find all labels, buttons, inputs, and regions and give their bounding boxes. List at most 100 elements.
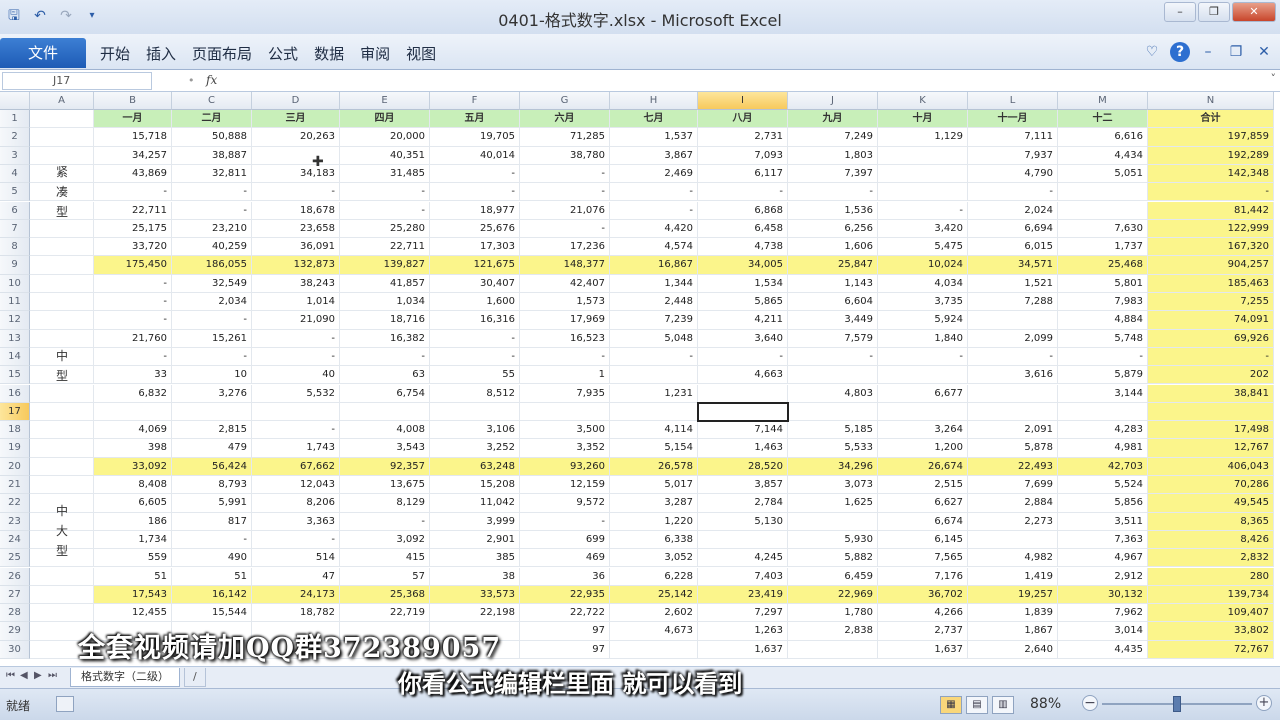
cell-b15[interactable]: 33 bbox=[94, 366, 172, 385]
cell-n23[interactable]: 8,365 bbox=[1148, 512, 1274, 531]
cell-g4[interactable]: - bbox=[520, 164, 610, 184]
cell-d10[interactable]: 38,243 bbox=[252, 274, 340, 293]
cell-j13[interactable]: 7,579 bbox=[788, 329, 878, 348]
cell-m14[interactable]: - bbox=[1058, 347, 1148, 367]
cell-l10[interactable]: 1,521 bbox=[968, 274, 1058, 293]
cell-c27[interactable]: 16,142 bbox=[172, 585, 252, 605]
cell-l2[interactable]: 7,111 bbox=[968, 128, 1058, 147]
cell-b6[interactable]: 22,711 bbox=[94, 201, 172, 220]
cell-m11[interactable]: 7,983 bbox=[1058, 293, 1148, 312]
cell-k6[interactable]: - bbox=[878, 201, 968, 220]
doc-restore-icon[interactable]: ❐ bbox=[1226, 44, 1246, 60]
cell-e28[interactable]: 22,719 bbox=[340, 604, 430, 623]
cell-k15[interactable] bbox=[878, 366, 968, 385]
macro-record-icon[interactable] bbox=[56, 696, 74, 712]
cell-e12[interactable]: 18,716 bbox=[340, 311, 430, 330]
zoom-out-icon[interactable]: − bbox=[1082, 695, 1098, 711]
cell-i27[interactable]: 23,419 bbox=[698, 585, 788, 605]
cell-e7[interactable]: 25,280 bbox=[340, 219, 430, 239]
cell-m18[interactable]: 4,283 bbox=[1058, 421, 1148, 440]
cell-c26[interactable]: 51 bbox=[172, 567, 252, 586]
cell-n13[interactable]: 69,926 bbox=[1148, 329, 1274, 348]
row-header-29[interactable]: 29 bbox=[0, 622, 30, 641]
cell-h4[interactable]: 2,469 bbox=[610, 164, 698, 184]
zoom-level[interactable]: 88% bbox=[1030, 696, 1061, 712]
first-sheet-icon[interactable]: ⏮ bbox=[6, 670, 15, 681]
cell-l14[interactable]: - bbox=[968, 347, 1058, 367]
column-header-e[interactable]: E bbox=[340, 92, 430, 110]
cell-i10[interactable]: 1,534 bbox=[698, 274, 788, 293]
cell-h22[interactable]: 3,287 bbox=[610, 494, 698, 513]
cell-m27[interactable]: 30,132 bbox=[1058, 585, 1148, 605]
cell-b7[interactable]: 25,175 bbox=[94, 219, 172, 239]
row-header-25[interactable]: 25 bbox=[0, 549, 30, 568]
cell-g1[interactable]: 六月 bbox=[520, 110, 610, 129]
cell-h29[interactable]: 4,673 bbox=[610, 622, 698, 641]
cell-i15[interactable]: 4,663 bbox=[698, 366, 788, 385]
cell-g2[interactable]: 71,285 bbox=[520, 128, 610, 147]
cell-k18[interactable]: 3,264 bbox=[878, 421, 968, 440]
cell-g21[interactable]: 12,159 bbox=[520, 476, 610, 495]
row-header-12[interactable]: 12 bbox=[0, 311, 30, 330]
worksheet-grid[interactable]: ABCDEFGHIJKLMN 1 2 3 4 5 6 7 8 9 10 11 12 13 14 15 16 17… bbox=[0, 92, 1280, 666]
cell-h1[interactable]: 七月 bbox=[610, 110, 698, 129]
cell-a27[interactable] bbox=[30, 585, 94, 605]
cell-n29[interactable]: 33,802 bbox=[1148, 622, 1274, 641]
help-icon[interactable]: ? bbox=[1170, 42, 1190, 62]
cell-i6[interactable]: 6,868 bbox=[698, 201, 788, 220]
cell-d3[interactable] bbox=[252, 146, 340, 165]
name-box[interactable]: J17 bbox=[2, 72, 152, 90]
cell-g15[interactable]: 1 bbox=[520, 366, 610, 385]
cell-g18[interactable]: 3,500 bbox=[520, 421, 610, 440]
cell-l25[interactable]: 4,982 bbox=[968, 549, 1058, 568]
cell-j6[interactable]: 1,536 bbox=[788, 201, 878, 220]
cell-k28[interactable]: 4,266 bbox=[878, 604, 968, 623]
cell-i26[interactable]: 7,403 bbox=[698, 567, 788, 586]
row-header-22[interactable]: 22 bbox=[0, 494, 30, 513]
cell-h26[interactable]: 6,228 bbox=[610, 567, 698, 586]
cell-i25[interactable]: 4,245 bbox=[698, 549, 788, 568]
cell-h8[interactable]: 4,574 bbox=[610, 238, 698, 257]
cell-g19[interactable]: 3,352 bbox=[520, 439, 610, 458]
cell-f26[interactable]: 38 bbox=[430, 567, 520, 586]
select-all-corner[interactable] bbox=[0, 92, 30, 110]
cell-g7[interactable]: - bbox=[520, 219, 610, 239]
cell-m15[interactable]: 5,879 bbox=[1058, 366, 1148, 385]
cell-c17[interactable] bbox=[172, 402, 252, 422]
cell-b8[interactable]: 33,720 bbox=[94, 238, 172, 257]
cell-l20[interactable]: 22,493 bbox=[968, 457, 1058, 476]
cell-d18[interactable]: - bbox=[252, 421, 340, 440]
cell-l11[interactable]: 7,288 bbox=[968, 293, 1058, 312]
cell-d24[interactable]: - bbox=[252, 530, 340, 550]
cell-e27[interactable]: 25,368 bbox=[340, 585, 430, 605]
cell-e19[interactable]: 3,543 bbox=[340, 439, 430, 458]
cell-f7[interactable]: 25,676 bbox=[430, 219, 520, 239]
cell-i1[interactable]: 八月 bbox=[698, 110, 788, 129]
row-header-10[interactable]: 10 bbox=[0, 274, 30, 293]
row-header-5[interactable]: 5 bbox=[0, 183, 30, 202]
tab-review[interactable]: 审阅 bbox=[352, 43, 398, 64]
cell-b12[interactable]: - bbox=[94, 311, 172, 330]
cell-g17[interactable] bbox=[520, 402, 610, 422]
cell-g28[interactable]: 22,722 bbox=[520, 604, 610, 623]
cell-b22[interactable]: 6,605 bbox=[94, 494, 172, 513]
cell-k24[interactable]: 6,145 bbox=[878, 530, 968, 550]
cell-c24[interactable]: - bbox=[172, 530, 252, 550]
cell-m13[interactable]: 5,748 bbox=[1058, 329, 1148, 348]
cell-c5[interactable]: - bbox=[172, 183, 252, 202]
cell-a18[interactable] bbox=[30, 421, 94, 440]
cell-c28[interactable]: 15,544 bbox=[172, 604, 252, 623]
cell-j4[interactable]: 7,397 bbox=[788, 164, 878, 184]
cell-c22[interactable]: 5,991 bbox=[172, 494, 252, 513]
cell-h28[interactable]: 2,602 bbox=[610, 604, 698, 623]
prev-sheet-icon[interactable]: ◀ bbox=[20, 670, 28, 681]
next-sheet-icon[interactable]: ▶ bbox=[34, 670, 42, 681]
expand-formula-bar-icon[interactable]: ˅ bbox=[1271, 72, 1277, 85]
cell-k19[interactable]: 1,200 bbox=[878, 439, 968, 458]
cell-f24[interactable]: 2,901 bbox=[430, 530, 520, 550]
cell-i29[interactable]: 1,263 bbox=[698, 622, 788, 641]
cell-d22[interactable]: 8,206 bbox=[252, 494, 340, 513]
cell-f16[interactable]: 8,512 bbox=[430, 384, 520, 403]
cell-i23[interactable]: 5,130 bbox=[698, 512, 788, 531]
row-header-11[interactable]: 11 bbox=[0, 293, 30, 312]
